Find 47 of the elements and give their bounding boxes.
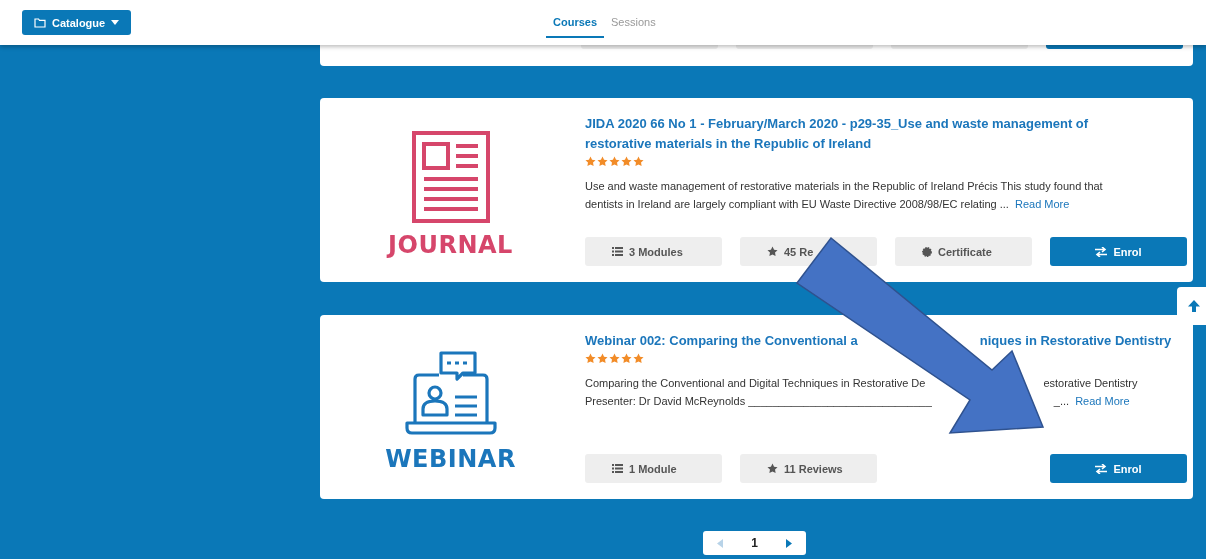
description-text: _... bbox=[1053, 395, 1070, 407]
star-icon bbox=[633, 353, 644, 364]
star-icon bbox=[609, 353, 620, 364]
course-title-link[interactable]: niques in Restorative Dentistry bbox=[979, 331, 1172, 351]
category-label: JOURNAL bbox=[388, 231, 513, 259]
newspaper-icon bbox=[411, 131, 490, 223]
star-icon bbox=[609, 156, 620, 167]
star-icon bbox=[633, 156, 644, 167]
star-icon bbox=[767, 463, 778, 474]
description-text: estorative Dentistry bbox=[1043, 377, 1138, 389]
modules-button[interactable]: 3 Modules bbox=[585, 237, 722, 266]
course-title-link[interactable]: Webinar 002: Comparing the Conventional a bbox=[585, 331, 858, 351]
description-text: Use and waste management of restorative materials in the Republic of Ireland Précis This study found that bbox=[585, 180, 1103, 192]
description-text: Comparing the Conventional and Digital Techniques in Restorative De bbox=[585, 377, 926, 389]
star-icon bbox=[597, 156, 608, 167]
star-icon bbox=[767, 246, 778, 257]
laptop-presenter-icon bbox=[404, 351, 497, 437]
description-text: Presenter: Dr David McReynolds ______________________________ bbox=[585, 395, 932, 407]
star-icon bbox=[621, 353, 632, 364]
star-icon bbox=[597, 353, 608, 364]
next-page-icon[interactable] bbox=[786, 538, 792, 548]
reviews-button[interactable]: 11 Reviews bbox=[740, 454, 877, 483]
read-more-link[interactable]: Read More bbox=[1075, 395, 1130, 407]
catalogue-button[interactable]: Catalogue bbox=[22, 10, 132, 35]
list-icon bbox=[612, 464, 623, 473]
page-number[interactable]: 1 bbox=[751, 536, 758, 550]
certificate-icon bbox=[922, 246, 932, 257]
certificate-button[interactable]: Certificate bbox=[895, 237, 1032, 266]
enrol-button[interactable]: Enrol bbox=[1050, 237, 1187, 266]
tab[interactable]: Sessions bbox=[604, 10, 663, 38]
tab[interactable]: Courses bbox=[546, 10, 605, 38]
read-more-link[interactable]: Read More bbox=[1014, 198, 1070, 210]
up-arrow-icon bbox=[1187, 299, 1201, 313]
modules-button[interactable]: 1 Module bbox=[585, 454, 722, 483]
description-text: dentists in Ireland are largely compliant with EU Waste Directive 2008/98/EC relating ... bbox=[585, 198, 1009, 210]
star-icon bbox=[585, 353, 596, 364]
folder-icon bbox=[34, 17, 46, 28]
exchange-icon bbox=[1095, 246, 1108, 257]
enrol-button[interactable]: Enrol bbox=[1050, 454, 1187, 483]
exchange-icon bbox=[1095, 463, 1108, 474]
list-icon bbox=[612, 247, 623, 256]
star-icon bbox=[585, 156, 596, 167]
star-icon bbox=[621, 156, 632, 167]
caret-icon bbox=[111, 20, 120, 25]
category-label: WEBINAR bbox=[385, 445, 516, 473]
course-title-link[interactable]: JIDA 2020 66 No 1 - February/March 2020 - p29-35_Use and waste management of restorative materials in the Republic of Ireland bbox=[585, 114, 1133, 154]
scroll-to-top-button[interactable] bbox=[1177, 287, 1206, 325]
